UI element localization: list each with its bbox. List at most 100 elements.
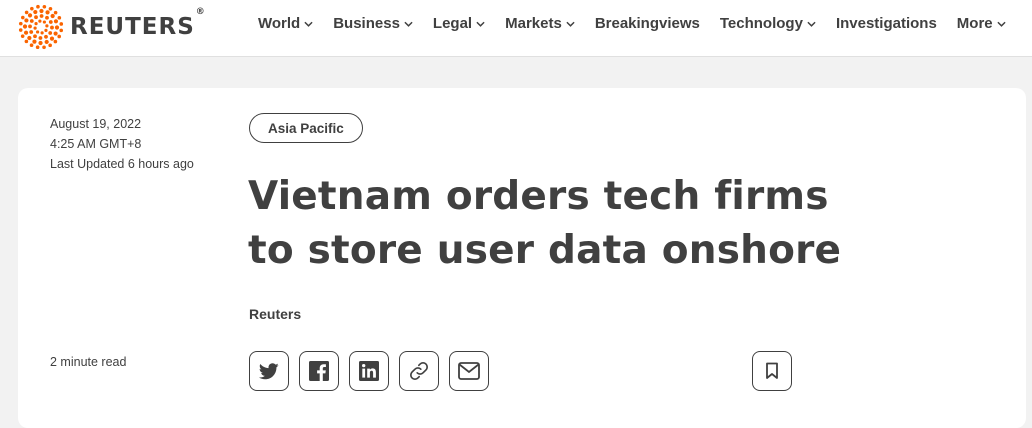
logo-dot	[38, 19, 42, 23]
publish-date: August 19, 2022	[50, 117, 142, 131]
logo-dot	[38, 36, 43, 40]
logo-dot	[33, 34, 37, 39]
article-headline: Vietnam orders tech firms to store user …	[248, 174, 842, 273]
logo-dot	[50, 13, 55, 19]
logo-dot	[45, 10, 50, 15]
read-time: 2 minute read	[50, 355, 127, 369]
share-twitter-button[interactable]	[249, 351, 289, 391]
logo-dot	[20, 34, 25, 38]
logo-dot	[53, 19, 59, 24]
section-tag-asia-pacific[interactable]: Asia Pacific	[249, 113, 363, 143]
logo-dot	[48, 43, 52, 48]
logo-dot	[22, 24, 28, 29]
nav-technology-label: Technology	[719, 15, 803, 32]
logo-dot	[27, 35, 32, 41]
logo-dot	[24, 39, 29, 44]
logo-dot	[45, 15, 49, 20]
logo-dot	[39, 8, 44, 14]
chevron-down-icon	[566, 21, 575, 27]
twitter-icon	[259, 362, 279, 379]
nav-business-label: Business	[333, 15, 400, 32]
reuters-logo-icon	[18, 4, 64, 50]
logo-dot	[29, 43, 34, 47]
chevron-down-icon	[807, 21, 816, 27]
nav-legal-label: Legal	[432, 15, 473, 32]
logo-dot	[24, 10, 29, 15]
logo-dot	[57, 16, 62, 20]
main-nav: World Business Legal Markets Breakingvie…	[258, 15, 1026, 32]
share-email-button[interactable]	[449, 351, 489, 391]
logo-dot	[18, 21, 23, 26]
logo-dot	[42, 45, 46, 50]
logo-dot	[54, 25, 60, 30]
logo-dot	[27, 13, 33, 18]
bookmark-icon	[766, 362, 778, 379]
nav-more[interactable]: More	[957, 15, 1006, 32]
share-linkedin-button[interactable]	[349, 351, 389, 391]
logo-dot	[36, 4, 40, 9]
logo-dot	[44, 34, 48, 39]
facebook-icon	[309, 361, 329, 381]
logo-dot	[50, 25, 54, 30]
logo-dot	[49, 36, 55, 41]
logo-dot	[29, 30, 34, 34]
chevron-down-icon	[304, 21, 313, 27]
chevron-down-icon	[997, 21, 1006, 27]
logo-dot	[48, 31, 53, 35]
nav-investigations-label: Investigations	[835, 15, 937, 32]
logo-dot	[45, 24, 49, 28]
logo-dot	[39, 14, 44, 18]
nav-legal[interactable]: Legal	[433, 15, 485, 32]
logo-dot	[59, 22, 64, 26]
logo-dot	[23, 30, 29, 35]
copy-link-button[interactable]	[399, 351, 439, 391]
logo-dot	[18, 28, 23, 32]
logo-dot	[29, 19, 34, 23]
share-facebook-button[interactable]	[299, 351, 339, 391]
logo-dot	[36, 30, 40, 34]
byline[interactable]: Reuters	[249, 306, 301, 322]
publish-time: 4:25 AM GMT+8	[50, 137, 142, 151]
logo-dot	[48, 20, 53, 24]
last-updated: Last Updated 6 hours ago	[50, 157, 194, 171]
linkedin-icon	[359, 361, 379, 381]
logo-dot	[48, 7, 53, 11]
logo-dot	[33, 26, 37, 30]
chevron-down-icon	[404, 21, 413, 27]
logo-dot	[44, 28, 48, 32]
logo-dot	[59, 28, 64, 33]
nav-world[interactable]: World	[258, 15, 313, 32]
reuters-logo[interactable]: REUTERS®	[18, 4, 206, 50]
logo-dot	[32, 39, 37, 44]
logo-dot	[53, 10, 58, 15]
top-navigation-bar: REUTERS® World Business Legal Markets Br…	[0, 0, 1032, 57]
logo-dot	[30, 6, 34, 11]
nav-markets[interactable]: Markets	[505, 15, 575, 32]
nav-more-label: More	[956, 15, 993, 32]
link-icon	[410, 362, 428, 380]
logo-dot	[40, 31, 44, 35]
logo-dot	[21, 15, 25, 20]
article-meta: August 19, 2022 4:25 AM GMT+8 Last Updat…	[50, 114, 194, 174]
nav-business[interactable]: Business	[333, 15, 413, 32]
logo-dot	[42, 4, 47, 9]
logo-dot	[42, 20, 46, 24]
nav-technology[interactable]: Technology	[720, 15, 816, 32]
logo-dot	[53, 31, 58, 36]
nav-world-label: World	[258, 15, 301, 32]
email-icon	[458, 362, 480, 380]
chevron-down-icon	[476, 21, 485, 27]
nav-breakingviews-label: Breakingviews	[594, 15, 700, 32]
nav-investigations[interactable]: Investigations	[836, 15, 937, 32]
logo-dot	[34, 22, 38, 26]
logo-dot	[57, 34, 61, 39]
nav-breakingviews[interactable]: Breakingviews	[595, 15, 700, 32]
bookmark-button[interactable]	[752, 351, 792, 391]
logo-text: REUTERS®	[70, 6, 206, 40]
logo-dot	[33, 9, 38, 15]
logo-dot	[24, 18, 29, 23]
logo-dot	[34, 15, 38, 20]
logo-dot	[53, 39, 58, 44]
logo-dot	[35, 45, 40, 50]
nav-markets-label: Markets	[505, 15, 562, 32]
